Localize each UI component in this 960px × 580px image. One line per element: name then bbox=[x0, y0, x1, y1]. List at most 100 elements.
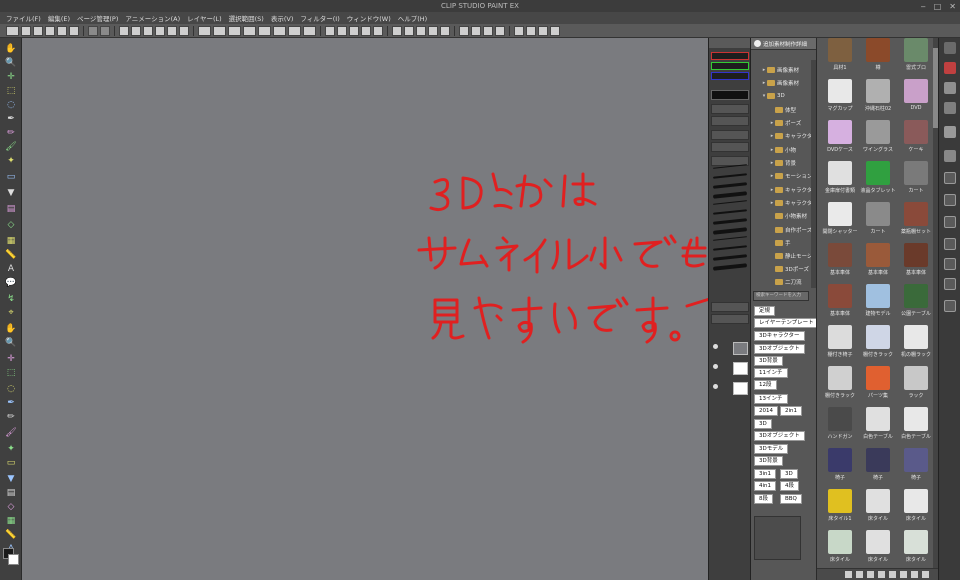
menu-item[interactable]: ウィンドウ(W) bbox=[347, 13, 391, 23]
close-icon[interactable]: ✕ bbox=[949, 2, 956, 11]
layer-thumbnail[interactable] bbox=[733, 362, 748, 375]
material-item[interactable]: 公園テーブル bbox=[897, 284, 935, 320]
material-item[interactable]: ケーキ bbox=[897, 120, 935, 156]
brush-stroke-preview[interactable] bbox=[712, 263, 748, 271]
tree-item[interactable]: ▸ 画像素材 bbox=[751, 77, 811, 88]
sub-color-swatch[interactable] bbox=[8, 554, 19, 565]
eraser-icon[interactable]: ▭ bbox=[5, 172, 17, 182]
tree-item[interactable]: 自作ポーズ bbox=[751, 224, 811, 235]
tag-button[interactable]: 3Dキャラクター bbox=[754, 331, 805, 341]
material-item[interactable]: 基本車体 bbox=[821, 284, 859, 320]
brush-stroke-preview[interactable] bbox=[712, 254, 748, 261]
gradient-icon[interactable]: ▤ bbox=[5, 204, 17, 214]
brush-stroke-preview[interactable] bbox=[712, 173, 748, 179]
material-item[interactable]: 薬瓶棚セット bbox=[897, 202, 935, 238]
tree-item[interactable]: 手 bbox=[751, 237, 811, 248]
grid-toolbar-button[interactable] bbox=[889, 571, 896, 578]
grid-toolbar-button[interactable] bbox=[900, 571, 907, 578]
menu-item[interactable]: ファイル(F) bbox=[6, 13, 41, 23]
tree-item[interactable]: ▾ 3D bbox=[751, 90, 811, 101]
material-item[interactable]: 床タイル bbox=[859, 530, 897, 566]
tag-button[interactable]: 2in1 bbox=[780, 406, 803, 416]
toolbar-button[interactable] bbox=[538, 25, 548, 36]
toolbar-button[interactable] bbox=[373, 25, 383, 36]
toolbar-button[interactable] bbox=[325, 25, 335, 36]
toolbar-button[interactable] bbox=[88, 25, 98, 36]
lasso-icon[interactable]: ◌ bbox=[5, 384, 17, 394]
material-item[interactable]: ワイングラス bbox=[859, 120, 897, 156]
material-item[interactable]: 椅子 bbox=[859, 448, 897, 484]
brush-stroke-preview[interactable] bbox=[712, 245, 748, 251]
toolbar-button[interactable] bbox=[213, 25, 226, 36]
grid-toolbar-button[interactable] bbox=[878, 571, 885, 578]
material-item[interactable]: 液晶タブレット bbox=[859, 161, 897, 197]
tag-button[interactable]: 3Dオブジェクト bbox=[754, 344, 805, 354]
menu-item[interactable]: 表示(V) bbox=[271, 13, 294, 23]
tree-item[interactable]: 静止モーション bbox=[751, 250, 811, 261]
airbrush-icon[interactable]: ✦ bbox=[5, 156, 17, 166]
tree-item[interactable]: ▸ 背景 bbox=[751, 157, 811, 168]
tag-button[interactable]: 3D背景 bbox=[754, 456, 783, 466]
pen-icon[interactable]: ✒ bbox=[5, 398, 17, 408]
material-item[interactable]: 開閉シャッター bbox=[821, 202, 859, 238]
material-item[interactable]: 床タイル bbox=[859, 489, 897, 525]
toolbar-button[interactable] bbox=[243, 25, 256, 36]
tag-button[interactable]: 3D bbox=[754, 419, 772, 429]
brush-stroke-preview[interactable] bbox=[712, 209, 748, 215]
toolbar-button[interactable] bbox=[258, 25, 271, 36]
toolbar-button[interactable] bbox=[131, 25, 141, 36]
eye-icon[interactable] bbox=[713, 344, 718, 349]
tree-item[interactable]: ▸キャラクター bbox=[751, 184, 811, 195]
brush-icon[interactable]: 🖌 bbox=[5, 428, 17, 438]
material-item[interactable]: ハンドガン bbox=[821, 407, 859, 443]
lasso-icon[interactable]: ◌ bbox=[5, 100, 17, 110]
palette-dock-icon[interactable] bbox=[944, 300, 956, 312]
toolbar-button[interactable] bbox=[392, 25, 402, 36]
tag-button[interactable]: 11インチ bbox=[754, 368, 788, 378]
menu-item[interactable]: ページ管理(P) bbox=[77, 13, 118, 23]
material-item[interactable]: 沖縄石柱02 bbox=[859, 79, 897, 115]
brush-stroke-preview[interactable] bbox=[713, 200, 747, 205]
color-slider[interactable] bbox=[711, 62, 749, 70]
toolbar-button[interactable] bbox=[100, 25, 110, 36]
toolbar-button[interactable] bbox=[45, 25, 55, 36]
palette-dock-icon[interactable] bbox=[944, 150, 956, 162]
toolbar-button[interactable] bbox=[179, 25, 189, 36]
material-item[interactable]: 金庫扉付書類 bbox=[821, 161, 859, 197]
menu-item[interactable]: 選択範囲(S) bbox=[229, 13, 264, 23]
material-item[interactable]: 棚付きラック bbox=[821, 366, 859, 402]
move-icon[interactable]: ✛ bbox=[5, 354, 17, 364]
palette-dock-icon[interactable] bbox=[944, 258, 956, 270]
palette-dock-icon[interactable] bbox=[944, 102, 956, 114]
tag-button[interactable]: 8段 bbox=[754, 494, 773, 504]
subtool-row[interactable] bbox=[711, 142, 749, 152]
material-item[interactable]: DVD bbox=[897, 79, 935, 115]
color-slider[interactable] bbox=[711, 52, 749, 60]
material-search-input[interactable]: 検索キーワードを入力 bbox=[753, 291, 809, 301]
maximize-icon[interactable]: □ bbox=[934, 2, 942, 11]
eyedropper-icon[interactable]: ⌖ bbox=[5, 308, 17, 318]
hand-icon[interactable]: ✋ bbox=[5, 44, 17, 54]
toolbar-button[interactable] bbox=[416, 25, 426, 36]
toolbar-button[interactable] bbox=[273, 25, 286, 36]
material-item[interactable]: 床タイル1 bbox=[821, 489, 859, 525]
brush-stroke-preview[interactable] bbox=[712, 191, 748, 199]
palette-dock-icon[interactable] bbox=[944, 126, 956, 138]
palette-dock-icon[interactable] bbox=[944, 42, 956, 54]
ruler-icon[interactable]: 📏 bbox=[5, 530, 17, 540]
material-item[interactable]: 建物モデル bbox=[859, 284, 897, 320]
subtool-row[interactable] bbox=[711, 130, 749, 140]
eye-icon[interactable] bbox=[713, 364, 718, 369]
hand-icon[interactable]: ✋ bbox=[5, 324, 17, 334]
menu-item[interactable]: ヘルプ(H) bbox=[398, 13, 427, 23]
tag-button[interactable]: 13インチ bbox=[754, 394, 788, 404]
tag-button[interactable]: 4in1 bbox=[754, 481, 777, 491]
layer-thumbnail[interactable] bbox=[733, 342, 748, 355]
tag-button[interactable]: 4段 bbox=[780, 481, 799, 491]
toolbar-button[interactable] bbox=[471, 25, 481, 36]
material-item[interactable]: 椅子 bbox=[821, 448, 859, 484]
palette-dock-icon[interactable] bbox=[944, 62, 956, 74]
material-item[interactable]: 具材1 bbox=[821, 38, 859, 74]
tree-item[interactable]: ▸ 画像素材 bbox=[751, 64, 811, 75]
tree-item[interactable]: 体型 bbox=[751, 104, 811, 115]
